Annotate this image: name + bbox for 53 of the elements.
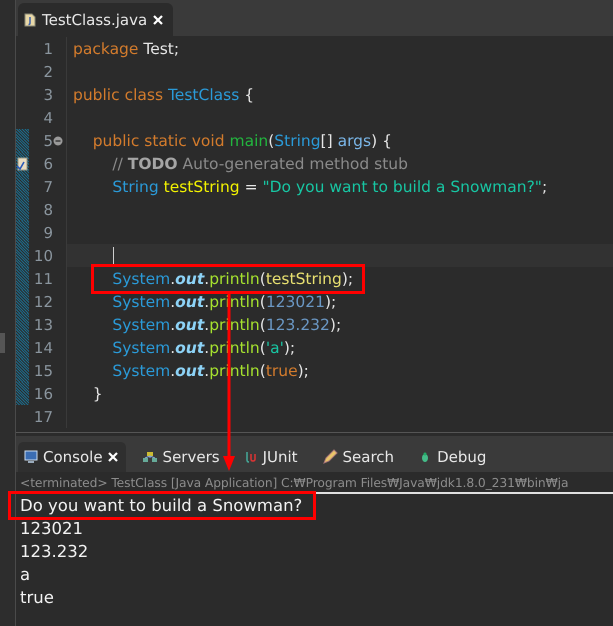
panel-tab[interactable]: Console: [18, 442, 126, 472]
line-number: 13: [32, 316, 53, 334]
pencil-icon: [322, 449, 338, 465]
console-output: Do you want to build a Snowman?: [20, 494, 302, 517]
code-line: }: [92, 384, 103, 402]
line-number: 9: [42, 224, 53, 242]
tab-label: Search: [342, 448, 394, 466]
code-line: String testString = "Do you want to build a Snowman?";: [111, 178, 548, 196]
code-line: System.out.println(testString);: [73, 270, 354, 288]
line-number: 5: [42, 132, 53, 150]
console-output: 123021: [20, 518, 83, 540]
line-number: 4: [42, 108, 53, 126]
line-number: 17: [32, 408, 53, 426]
close-icon[interactable]: [108, 452, 118, 462]
code-line: // TODO Auto-generated method stub: [111, 154, 408, 172]
code-line: package Test;: [73, 40, 180, 58]
editor-tab[interactable]: TestClass.java: [18, 3, 174, 36]
line-number: 14: [32, 338, 53, 356]
task-icon[interactable]: [16, 156, 28, 170]
code-line: public class TestClass {: [73, 86, 254, 104]
collapse-icon[interactable]: [53, 136, 63, 146]
console-output: a: [20, 564, 30, 586]
tab-label: Servers: [162, 448, 220, 466]
tab-label: JUnit: [262, 448, 298, 466]
line-number: 7: [42, 178, 53, 196]
line-number: 1: [42, 40, 53, 58]
text-cursor: [113, 246, 114, 264]
line-number: 6: [42, 154, 53, 172]
line-number: 8: [42, 200, 53, 218]
line-number: 11: [32, 270, 53, 288]
panel-handle[interactable]: [0, 333, 5, 353]
servers-icon: [142, 450, 158, 464]
code-line: public static void main(String[] args) {: [92, 132, 392, 150]
java-file-icon: [24, 12, 36, 26]
line-number: 2: [42, 62, 53, 80]
line-number: 10: [32, 246, 53, 264]
monitor-icon: [24, 450, 38, 464]
panel-tab[interactable]: Servers: [136, 442, 228, 472]
tab-label: Debug: [437, 448, 486, 466]
console-output: 123.232: [20, 541, 88, 563]
line-number: 12: [32, 292, 53, 310]
panel-tab[interactable]: JUnit: [238, 442, 306, 472]
tab-title: TestClass.java: [42, 10, 148, 28]
junit-icon: [244, 450, 258, 464]
console-output: true: [20, 587, 54, 609]
panel-tab[interactable]: Search: [316, 442, 402, 472]
tab-label: Console: [43, 448, 103, 466]
panel-tab[interactable]: Debug: [412, 442, 494, 472]
console-header: <terminated> TestClass [Java Application] C:₩Program Files₩Java₩jdk1.8.0_231₩bin₩ja: [20, 476, 613, 494]
line-number: 3: [42, 86, 53, 104]
line-number: 16: [32, 384, 53, 402]
close-icon[interactable]: [153, 14, 164, 24]
line-number: 15: [32, 362, 53, 380]
